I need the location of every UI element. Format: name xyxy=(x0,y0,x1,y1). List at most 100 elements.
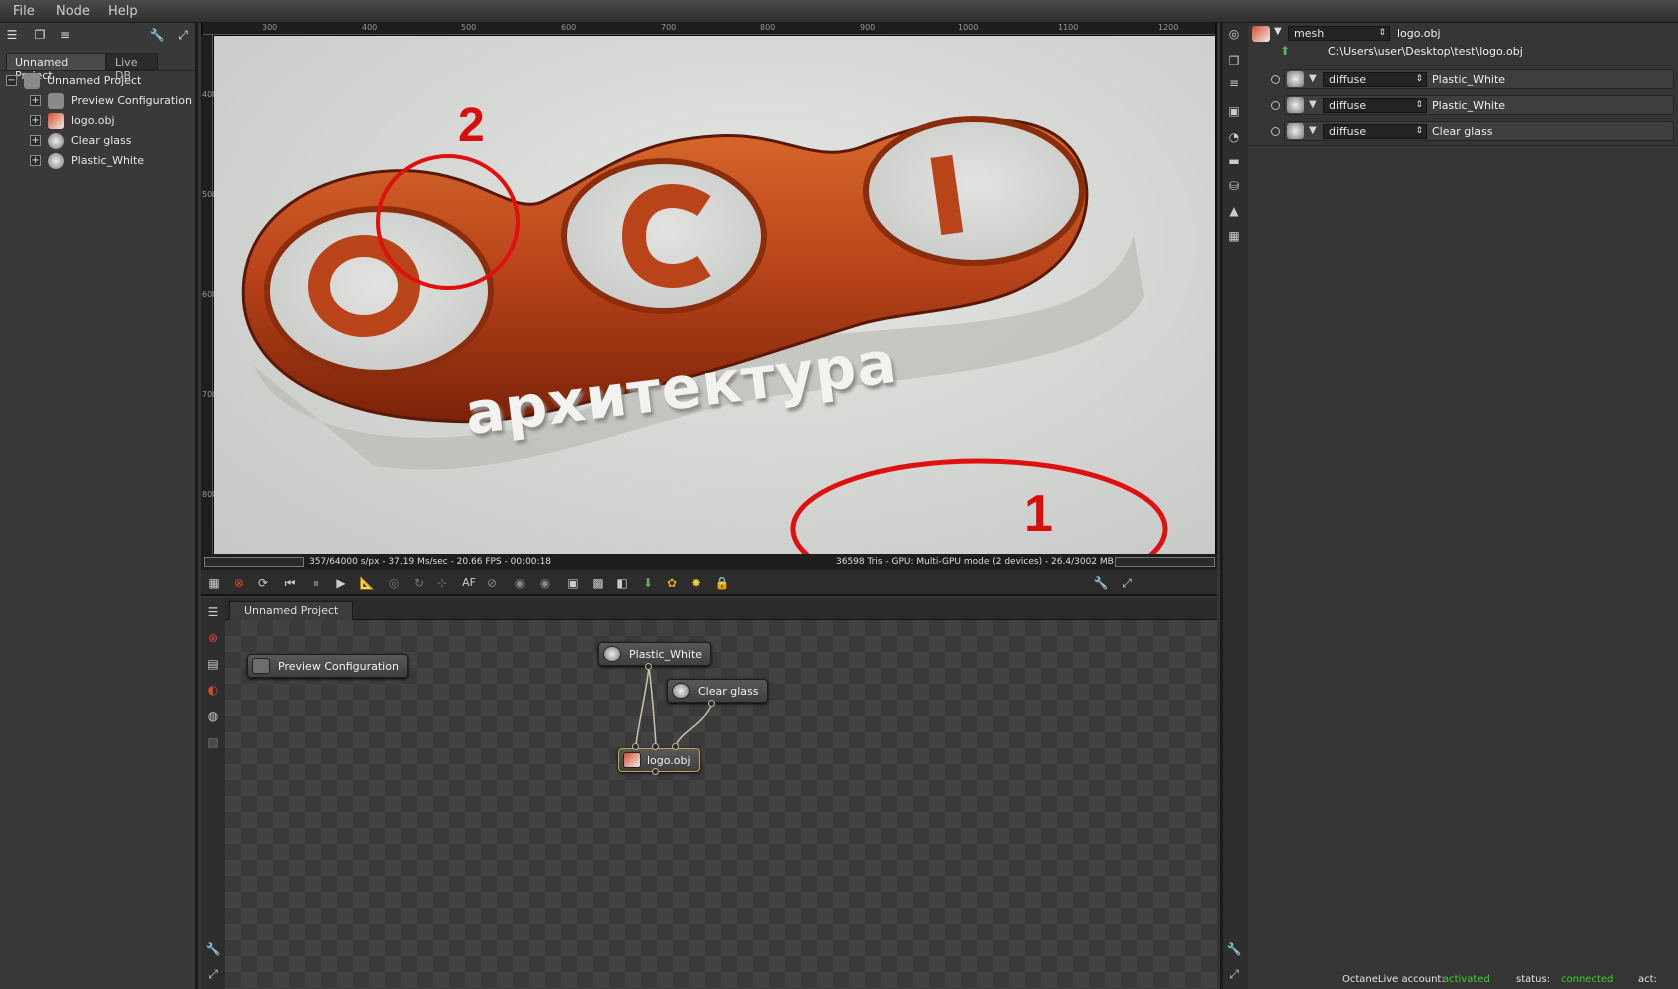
environment-icon[interactable]: ▲ xyxy=(1226,203,1242,219)
expand-icon[interactable]: + xyxy=(30,135,41,146)
ruler-icon[interactable]: 📐 xyxy=(359,575,375,591)
restart-icon[interactable]: ⟳ xyxy=(255,575,271,591)
graph-image-icon[interactable]: ▤ xyxy=(205,656,221,672)
graph-mesh-icon[interactable]: ◐ xyxy=(205,682,221,698)
list-icon[interactable]: ≡ xyxy=(56,27,74,43)
input-pin[interactable] xyxy=(632,743,639,750)
pick-icon[interactable]: ⊹ xyxy=(434,575,450,591)
collapse-icon[interactable]: − xyxy=(6,75,17,86)
material-icon xyxy=(672,683,690,699)
output-pin[interactable] xyxy=(645,663,652,670)
graph-layout-icon[interactable]: ☰ xyxy=(205,604,221,620)
input-pin[interactable] xyxy=(672,743,679,750)
object-pick-icon[interactable]: ◉ xyxy=(537,575,553,591)
pin-radio[interactable] xyxy=(1271,127,1280,136)
material-row-1[interactable]: ▼ diffuse ⇕ Plastic_White xyxy=(1284,69,1674,89)
wire xyxy=(635,666,650,747)
tab-unnamed-project[interactable]: Unnamed Project xyxy=(6,53,106,82)
maximize-icon[interactable]: ⤢ xyxy=(1119,575,1135,591)
tab-graph-project[interactable]: Unnamed Project xyxy=(229,601,354,620)
inspector-icon[interactable]: ◎ xyxy=(1226,26,1242,42)
region-icon[interactable]: ▣ xyxy=(565,575,581,591)
stereo-icon[interactable]: ⊘ xyxy=(484,575,500,591)
layers-icon[interactable]: ❐ xyxy=(1226,53,1242,69)
menu-node[interactable]: Node xyxy=(56,4,90,19)
wrench-icon[interactable]: 🔧 xyxy=(205,941,221,957)
graph-node-preview-configuration[interactable]: Preview Configuration xyxy=(247,654,408,678)
alpha-icon[interactable]: ◧ xyxy=(614,575,630,591)
material-row-3[interactable]: ▼ diffuse ⇕ Clear glass xyxy=(1284,121,1674,141)
wrench-icon[interactable]: 🔧 xyxy=(1226,941,1242,957)
tree-item-label: Plastic_White xyxy=(71,154,145,167)
graph-delete-icon[interactable]: ⊗ xyxy=(205,630,221,646)
tree-item-preview-configuration[interactable]: + Preview Configuration xyxy=(0,91,195,111)
collapse-arrow-icon[interactable]: ▼ xyxy=(1309,99,1317,110)
tab-live-db[interactable]: Live DB xyxy=(106,53,158,82)
output-pin[interactable] xyxy=(652,768,659,775)
collapse-arrow-icon[interactable]: ▼ xyxy=(1309,125,1317,136)
collapse-arrow-icon[interactable]: ▼ xyxy=(1309,73,1317,84)
tree-item-plastic-white[interactable]: + Plastic_White xyxy=(0,151,195,171)
pin-radio[interactable] xyxy=(1271,75,1280,84)
pin-radio[interactable] xyxy=(1271,101,1280,110)
maximize-icon[interactable]: ⤢ xyxy=(174,27,192,43)
material-pick-icon[interactable]: ◉ xyxy=(512,575,528,591)
node-graph-canvas[interactable]: Preview Configuration Plastic_White Clea… xyxy=(225,620,1217,989)
tree-root-item[interactable]: − Unnamed Project xyxy=(0,71,195,91)
export-icon[interactable]: ▦ xyxy=(206,575,222,591)
materials-icon[interactable]: ✿ xyxy=(664,575,680,591)
autofocus-button[interactable]: AF xyxy=(459,575,479,591)
wrench-icon[interactable]: 🔧 xyxy=(148,27,166,43)
material-icon xyxy=(1287,97,1304,113)
save-image-icon[interactable]: ⬇ xyxy=(640,575,656,591)
expand-icon[interactable]: + xyxy=(30,155,41,166)
checker-icon[interactable]: ▩ xyxy=(590,575,606,591)
tree-item-logo-obj[interactable]: + logo.obj xyxy=(0,111,195,131)
wrench-icon[interactable]: 🔧 xyxy=(1093,575,1109,591)
film-icon[interactable]: ▬ xyxy=(1226,153,1242,169)
material-type-select[interactable]: diffuse ⇕ xyxy=(1323,72,1427,87)
tree-item-clear-glass[interactable]: + Clear glass xyxy=(0,131,195,151)
rewind-icon[interactable]: ⏮ xyxy=(282,575,298,591)
camera-icon[interactable]: ◔ xyxy=(1226,129,1242,145)
expand-icon[interactable]: + xyxy=(30,115,41,126)
stop-render-icon[interactable]: ⊗ xyxy=(231,575,247,591)
node-type-select[interactable]: mesh ⇕ xyxy=(1288,26,1390,41)
menu-help[interactable]: Help xyxy=(108,4,138,19)
output-pin[interactable] xyxy=(708,700,715,707)
collapse-arrow-icon[interactable]: ▼ xyxy=(1274,26,1282,37)
kernel-icon[interactable]: ⛁ xyxy=(1226,178,1242,194)
outliner-tree-icon[interactable]: ☰ xyxy=(3,27,21,43)
graph-node-plastic-white[interactable]: Plastic_White xyxy=(598,642,712,666)
input-pin[interactable] xyxy=(652,743,659,750)
material-type-select[interactable]: diffuse ⇕ xyxy=(1323,124,1427,139)
load-file-icon[interactable]: ⬆ xyxy=(1280,44,1290,58)
focus-icon[interactable]: ◎ xyxy=(386,575,402,591)
material-type-select[interactable]: diffuse ⇕ xyxy=(1323,98,1427,113)
menu-file[interactable]: File xyxy=(13,4,35,19)
ruler-tick: 300 xyxy=(262,23,278,32)
tree-item-label: Clear glass xyxy=(71,134,132,147)
image-icon[interactable]: ▣ xyxy=(1226,103,1242,119)
render-status-bar: 357/64000 s/px - 37.19 Ms/sec - 20.66 FP… xyxy=(201,554,1217,570)
list-icon[interactable]: ≡ xyxy=(1226,75,1242,91)
graph-texture-icon[interactable]: ▧ xyxy=(205,734,221,750)
expand-icon[interactable]: + xyxy=(30,95,41,106)
material-row-2[interactable]: ▼ diffuse ⇕ Plastic_White xyxy=(1284,95,1674,115)
annotation-label-2: 2 xyxy=(458,99,485,152)
pause-icon[interactable]: ⏸ xyxy=(308,575,324,591)
maximize-icon[interactable]: ⤢ xyxy=(205,966,221,982)
graph-material-icon[interactable]: ◍ xyxy=(205,708,221,724)
account-label: OctaneLive account: xyxy=(1342,974,1445,985)
imager-icon[interactable]: ▦ xyxy=(1226,228,1242,244)
graph-node-clear-glass[interactable]: Clear glass xyxy=(667,679,768,703)
layers-icon[interactable]: ❐ xyxy=(31,27,49,43)
play-icon[interactable]: ▶ xyxy=(333,575,349,591)
light-icon[interactable]: ✸ xyxy=(688,575,704,591)
orbit-icon[interactable]: ↻ xyxy=(411,575,427,591)
ruler-vertical: 400 500 600 700 800 xyxy=(201,35,217,554)
lock-icon[interactable]: 🔒 xyxy=(714,575,730,591)
graph-side-toolbar: ☰ ⊗ ▤ ◐ ◍ ▧ 🔧 ⤢ xyxy=(201,598,225,989)
graph-node-logo-obj[interactable]: logo.obj xyxy=(618,748,700,772)
render-image[interactable]: архитектура 2 1 xyxy=(214,36,1215,554)
